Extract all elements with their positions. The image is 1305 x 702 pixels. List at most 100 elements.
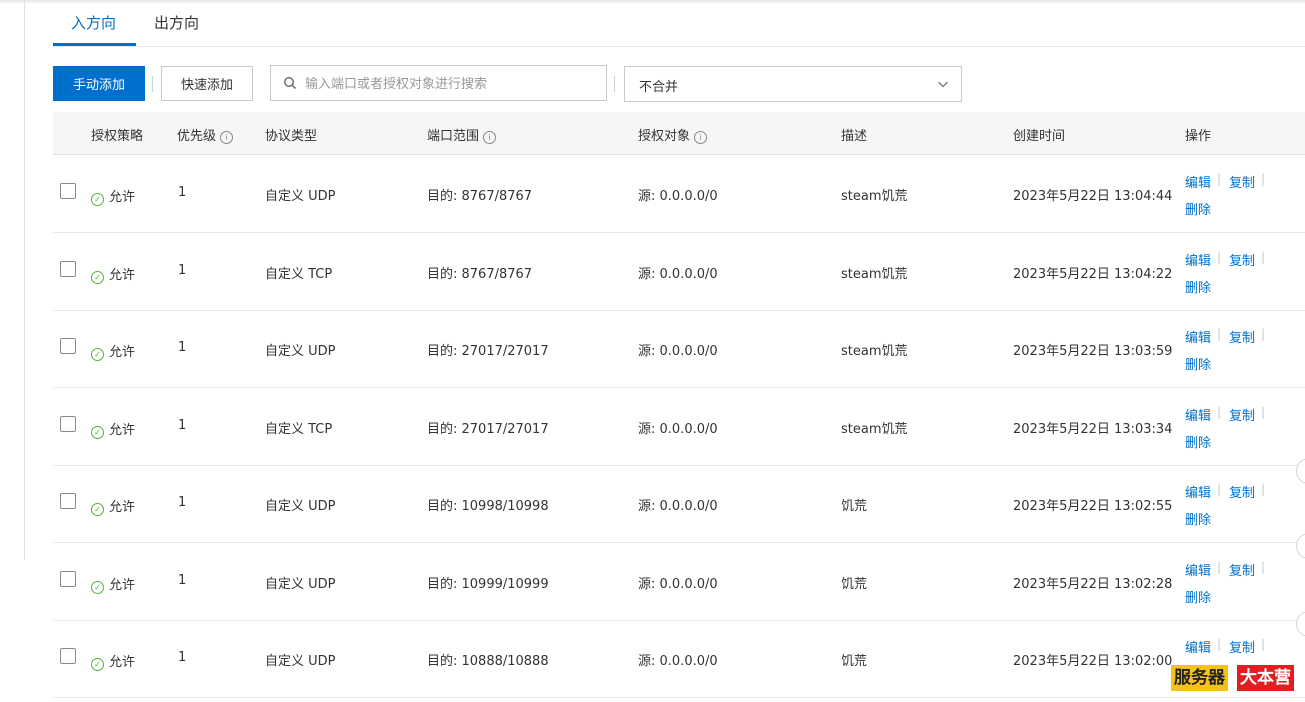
description-cell: steam饥荒	[841, 189, 908, 204]
policy-cell: ✓ 允许	[91, 496, 135, 516]
source-cell: 源: 0.0.0.0/0	[638, 576, 718, 592]
delete-link[interactable]: 删除	[1185, 199, 1211, 218]
action-divider: |	[1217, 404, 1222, 419]
info-icon[interactable]: i	[483, 131, 497, 144]
action-divider: |	[1217, 327, 1222, 341]
tab-outbound[interactable]: 出方向	[154, 12, 199, 33]
source-cell: 源: 0.0.0.0/0	[638, 266, 718, 282]
priority-cell: 1	[178, 262, 187, 278]
copy-link[interactable]: 复制	[1229, 482, 1255, 501]
row-checkbox[interactable]	[60, 493, 76, 509]
edit-link[interactable]: 编辑	[1185, 637, 1211, 656]
policy-label: 允许	[109, 500, 136, 515]
search-input[interactable]	[303, 72, 597, 96]
watermark-part2: 大本营	[1237, 665, 1294, 691]
priority-cell: 1	[178, 650, 187, 665]
edit-link[interactable]: 编辑	[1185, 482, 1211, 501]
copy-link[interactable]: 复制	[1229, 405, 1255, 424]
description-cell: 饥荒	[841, 499, 868, 514]
table-row: ✓ 允许 1 自定义 UDP 目的: 27017/27017 源: 0.0.0.0/0 st…	[53, 310, 1305, 388]
search-box	[270, 65, 607, 101]
copy-link[interactable]: 复制	[1229, 327, 1255, 346]
row-checkbox[interactable]	[60, 183, 76, 199]
header-created: 创建时间	[1013, 129, 1066, 144]
header-port-label: 端口范围	[427, 129, 480, 144]
action-divider: |	[1261, 482, 1266, 496]
table-row: ✓ 允许 1 自定义 TCP 目的: 8767/8767 源: 0.0.0.0/0 stea…	[53, 233, 1305, 311]
created-time-cell: 2023年5月22日 13:04:22	[1013, 266, 1173, 282]
header-policy: 授权策略	[91, 129, 144, 144]
delete-link[interactable]: 删除	[1185, 432, 1211, 451]
description-cell: steam饥荒	[841, 266, 908, 282]
row-checkbox[interactable]	[60, 570, 76, 587]
header-target: 授权对象 i	[638, 125, 708, 144]
manual-add-button[interactable]: 手动添加	[53, 66, 145, 101]
delete-link[interactable]: 删除	[1185, 509, 1211, 528]
port-cell: 目的: 27017/27017	[427, 344, 549, 359]
check-circle-icon: ✓	[91, 503, 104, 516]
table-row: ✓ 允许 1 自定义 UDP 目的: 10999/10999 源: 0.0.0.0/0 饥荒…	[53, 543, 1305, 621]
port-cell: 目的: 10998/10998	[427, 499, 549, 514]
check-circle-icon: ✓	[91, 270, 104, 284]
action-divider: |	[1217, 637, 1222, 651]
port-cell: 目的: 8767/8767	[427, 266, 533, 282]
edit-link[interactable]: 编辑	[1185, 327, 1211, 346]
port-cell: 目的: 27017/27017	[427, 421, 549, 437]
table-row: ✓ 允许 1 自定义 UDP 目的: 10888/10888 源: 0.0.0.0/0 饥荒…	[53, 620, 1305, 698]
created-time-cell: 2023年5月22日 13:03:59	[1013, 344, 1173, 359]
protocol-cell: 自定义 UDP	[265, 576, 336, 592]
source-cell: 源: 0.0.0.0/0	[638, 421, 718, 437]
priority-cell: 1	[178, 495, 187, 510]
info-icon[interactable]: i	[220, 131, 234, 144]
header-target-label: 授权对象	[638, 129, 691, 144]
header-protocol: 协议类型	[265, 129, 318, 144]
created-time-cell: 2023年5月22日 13:02:00	[1013, 654, 1173, 669]
created-time-cell: 2023年5月22日 13:02:28	[1013, 576, 1173, 592]
header-port: 端口范围 i	[427, 125, 497, 144]
delete-link[interactable]: 删除	[1185, 587, 1211, 606]
policy-label: 允许	[109, 267, 136, 283]
source-cell: 源: 0.0.0.0/0	[638, 344, 718, 359]
copy-link[interactable]: 复制	[1229, 250, 1255, 269]
edit-link[interactable]: 编辑	[1185, 560, 1211, 579]
priority-cell: 1	[178, 417, 187, 433]
tab-inbound[interactable]: 入方向	[71, 12, 116, 33]
row-checkbox[interactable]	[60, 648, 76, 664]
header-desc: 描述	[841, 129, 868, 144]
action-divider: |	[1217, 482, 1222, 496]
description-cell: steam饥荒	[841, 421, 908, 437]
created-time-cell: 2023年5月22日 13:02:55	[1013, 499, 1173, 514]
policy-cell: ✓ 允许	[91, 419, 135, 439]
info-icon[interactable]: i	[694, 131, 708, 144]
edit-link[interactable]: 编辑	[1185, 405, 1211, 424]
source-cell: 源: 0.0.0.0/0	[638, 499, 718, 514]
policy-label: 允许	[109, 190, 136, 205]
created-time-cell: 2023年5月22日 13:04:44	[1013, 189, 1173, 204]
policy-cell: ✓ 允许	[91, 651, 135, 671]
direction-tabs: 入方向 出方向	[53, 0, 1305, 47]
copy-link[interactable]: 复制	[1229, 172, 1255, 191]
protocol-cell: 自定义 UDP	[265, 499, 336, 514]
copy-link[interactable]: 复制	[1229, 560, 1255, 579]
header-priority-label: 优先级	[177, 129, 217, 144]
active-tab-indicator	[53, 43, 136, 46]
edit-link[interactable]: 编辑	[1185, 250, 1211, 269]
left-divider	[24, 0, 25, 560]
watermark-part1: 服务器	[1171, 665, 1228, 691]
row-checkbox[interactable]	[60, 338, 76, 354]
copy-link[interactable]: 复制	[1229, 637, 1255, 656]
merge-select[interactable]: 不合并	[624, 66, 962, 102]
row-checkbox[interactable]	[60, 415, 76, 432]
delete-link[interactable]: 删除	[1185, 354, 1211, 373]
row-checkbox[interactable]	[60, 260, 76, 277]
merge-select-value: 不合并	[639, 80, 679, 95]
action-divider: |	[1261, 637, 1266, 651]
quick-add-button[interactable]: 快速添加	[161, 66, 253, 101]
protocol-cell: 自定义 UDP	[265, 654, 336, 669]
action-divider: |	[1217, 172, 1222, 186]
policy-label: 允许	[109, 577, 136, 593]
policy-cell: ✓ 允许	[91, 341, 135, 361]
delete-link[interactable]: 删除	[1185, 277, 1211, 296]
edit-link[interactable]: 编辑	[1185, 172, 1211, 191]
policy-label: 允许	[109, 345, 136, 360]
